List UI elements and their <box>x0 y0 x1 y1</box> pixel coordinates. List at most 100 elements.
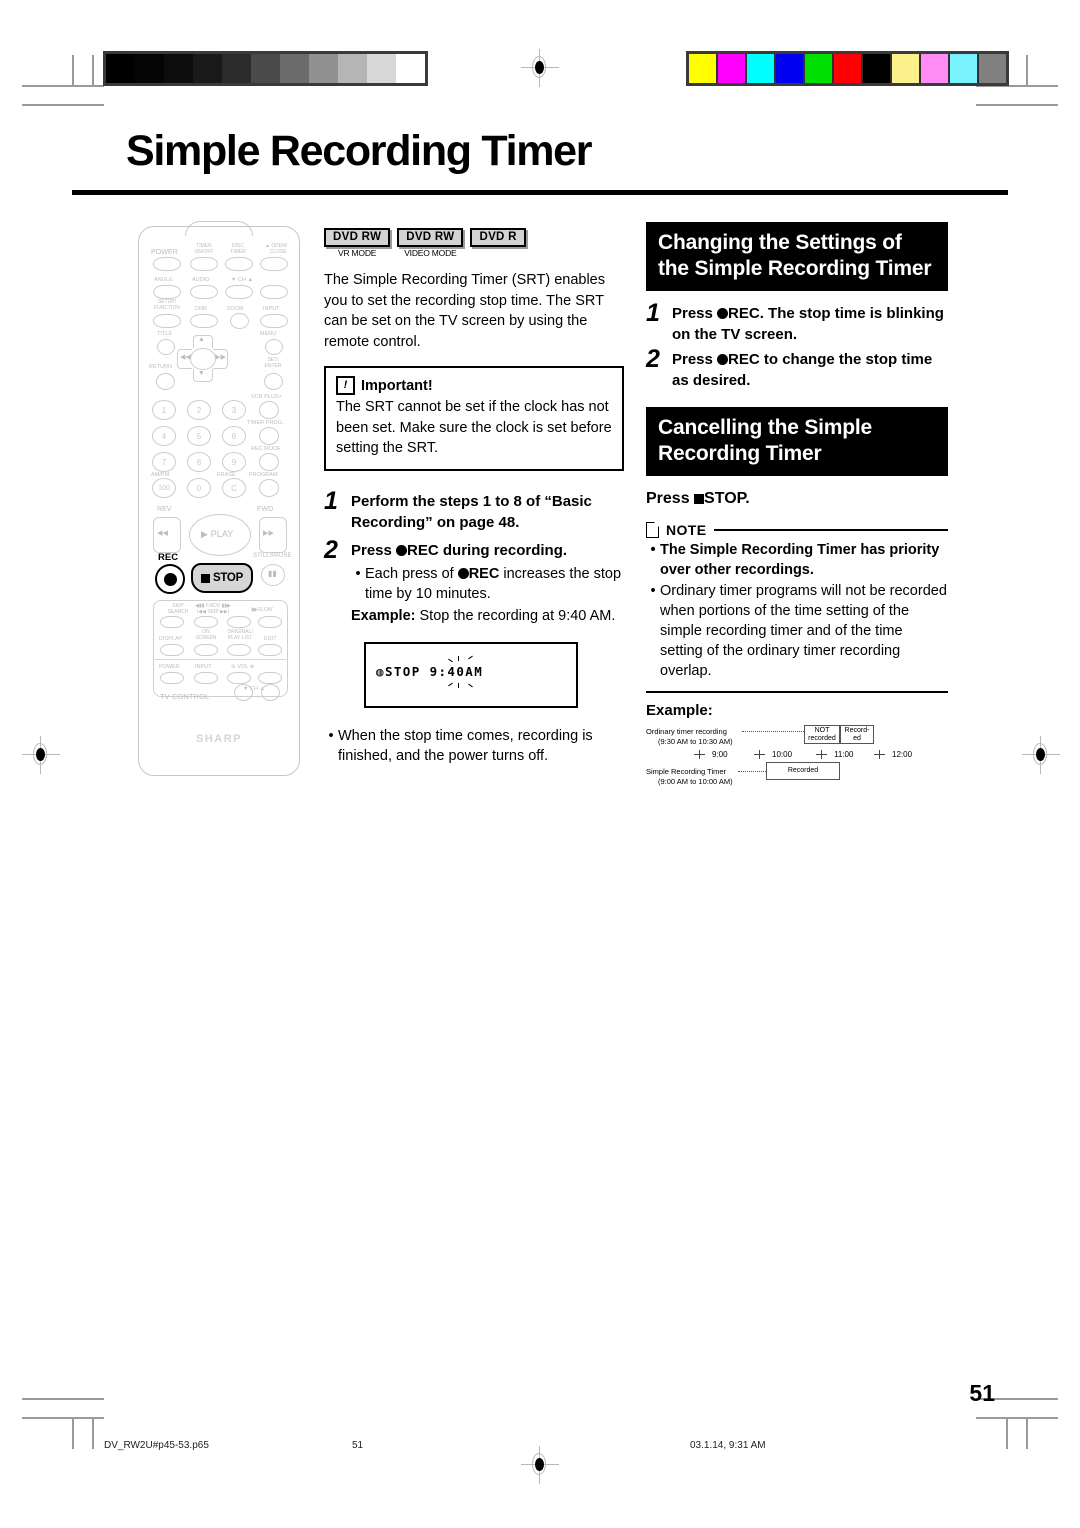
press-stop-instruction: Press STOP. <box>646 490 948 508</box>
bullet-dot: • <box>355 565 361 582</box>
remote-label-original-playlist: ORIGINAL/PLAY LIST <box>227 629 253 641</box>
grayscale-swatch <box>135 54 164 83</box>
box-text: Recorded <box>787 767 819 774</box>
color-swatch <box>747 54 776 83</box>
title-divider <box>72 190 1008 195</box>
remote-key-ch-up[interactable] <box>260 285 288 299</box>
remote-label-rec: REC <box>158 552 179 563</box>
grayscale-swatch <box>280 54 309 83</box>
remote-key-stop[interactable]: STOP <box>191 563 253 593</box>
remote-key-display[interactable] <box>160 644 184 656</box>
grayscale-swatch <box>309 54 338 83</box>
remote-key-rec-mode[interactable] <box>259 453 279 471</box>
remote-key-vol-up[interactable] <box>258 672 282 684</box>
remote-key-2[interactable]: 2 <box>187 400 211 420</box>
box-line-2: recorded <box>808 734 836 742</box>
grayscale-swatch <box>106 54 135 83</box>
press-pre: Press <box>646 490 695 507</box>
remote-key-9[interactable]: 9 <box>222 452 246 472</box>
procedure-steps: 1 Perform the steps 1 to 8 of “Basic Rec… <box>324 488 624 626</box>
remote-icon-up-arrow: ▲ <box>198 336 206 343</box>
remote-label-ampm: AM/PM <box>151 472 170 478</box>
remote-key-timer-prog[interactable] <box>259 427 279 445</box>
remote-key-input[interactable] <box>260 314 288 328</box>
remote-key-slow[interactable] <box>258 616 282 628</box>
step-2-example: Example: Stop the recording at 9:40 AM. <box>351 606 624 626</box>
crop-mark-bl-v <box>72 1417 74 1449</box>
remote-key-0[interactable]: 0 <box>187 478 211 498</box>
stop-square-icon <box>201 573 211 583</box>
remote-label-vcr-plus: VCR PLUS+ <box>251 394 283 400</box>
remote-label-title: TITLE <box>157 331 173 337</box>
remote-key-angle[interactable] <box>153 285 181 299</box>
remote-key-3[interactable]: 3 <box>222 400 246 420</box>
remote-key-100[interactable]: 100 <box>152 478 176 498</box>
remote-dpad-center[interactable] <box>190 348 216 370</box>
changing-step-2: 2 Press REC to change the stop time as d… <box>646 347 948 391</box>
remote-key-on-screen[interactable] <box>194 644 218 656</box>
remote-key-program[interactable] <box>259 479 279 497</box>
remote-key-tv-input[interactable] <box>194 672 218 684</box>
remote-key-timer-onoff[interactable] <box>190 257 218 271</box>
section-heading-cancelling: Cancelling the Simple Recording Timer <box>646 407 948 476</box>
grayscale-swatch <box>367 54 396 83</box>
remote-stop-label: STOP <box>213 572 243 584</box>
note-item: • Ordinary timer programs will not be re… <box>646 581 948 681</box>
remote-key-4[interactable]: 4 <box>152 426 176 446</box>
remote-key-title[interactable] <box>157 339 175 355</box>
step-2-bullet: • Each press of REC increases the stop t… <box>351 564 624 604</box>
bullet-pre: Each press of <box>365 565 458 582</box>
remote-key-tv-ch-up[interactable] <box>261 684 280 701</box>
color-swatch <box>950 54 979 83</box>
remote-key-8[interactable]: 8 <box>187 452 211 472</box>
remote-key-power[interactable] <box>153 257 181 271</box>
remote-key-rec[interactable] <box>155 564 185 594</box>
remote-key-disc-timer[interactable] <box>225 257 253 271</box>
remote-key-5[interactable]: 5 <box>187 426 211 446</box>
remote-label-open-close: ▲ OPEN/ CLOSE <box>265 243 287 255</box>
remote-key-6[interactable]: 6 <box>222 426 246 446</box>
remote-key-audio[interactable] <box>190 285 218 299</box>
remote-key-ch-down[interactable] <box>225 285 253 299</box>
remote-key-edit[interactable] <box>258 644 282 656</box>
note-page-icon <box>646 522 659 538</box>
step-1: 1 Perform the steps 1 to 8 of “Basic Rec… <box>324 488 624 533</box>
remote-label-display: DISPLAY <box>159 636 183 642</box>
color-swatch <box>979 54 1006 83</box>
note-label: NOTE <box>666 522 707 538</box>
color-swatch <box>805 54 834 83</box>
remote-label-play: ▶ PLAY <box>201 529 234 539</box>
note-items: • The Simple Recording Timer has priorit… <box>646 540 948 681</box>
diagram-time-1200: 12:00 <box>892 750 913 759</box>
remote-key-vcr-plus[interactable] <box>259 401 279 419</box>
remote-key-menu[interactable] <box>265 339 283 355</box>
disc-type-badges: DVD RW VR MODE DVD RW VIDEO MODE DVD R <box>324 228 624 258</box>
example-label: Example: <box>646 702 713 719</box>
color-swatch <box>892 54 921 83</box>
remote-key-original-playlist[interactable] <box>227 644 251 656</box>
remote-key-open-close[interactable] <box>260 257 288 271</box>
remote-label-power: POWER <box>151 249 178 256</box>
remote-key-dnr[interactable] <box>190 314 218 328</box>
remote-key-skip[interactable] <box>194 616 218 628</box>
remote-key-zoom[interactable] <box>230 313 249 329</box>
remote-key-set-enter[interactable] <box>264 373 283 390</box>
remote-key-7[interactable]: 7 <box>152 452 176 472</box>
remote-key-return[interactable] <box>156 373 175 390</box>
remote-key-setup-function[interactable] <box>153 314 181 328</box>
footer-page: 51 <box>352 1440 364 1451</box>
diagram-time-1100: 11:00 <box>834 750 854 759</box>
remote-key-skip-search[interactable] <box>160 616 184 628</box>
remote-key-vol-down[interactable] <box>227 672 251 684</box>
remote-label-input: INPUT <box>263 306 280 312</box>
remote-label-audio: AUDIO <box>192 277 210 283</box>
remote-key-tv-power[interactable] <box>160 672 184 684</box>
remote-key-fadv[interactable] <box>227 616 251 628</box>
diagram-box-not-recorded: NOT recorded <box>804 725 840 744</box>
remote-label-timer-prog: TIMER PROG. <box>247 420 284 426</box>
remote-key-tv-ch-down[interactable] <box>234 684 253 701</box>
color-swatch <box>921 54 950 83</box>
remote-key-clear[interactable]: C <box>222 478 246 498</box>
remote-brand-logo: SHARP <box>195 733 242 745</box>
remote-key-1[interactable]: 1 <box>152 400 176 420</box>
